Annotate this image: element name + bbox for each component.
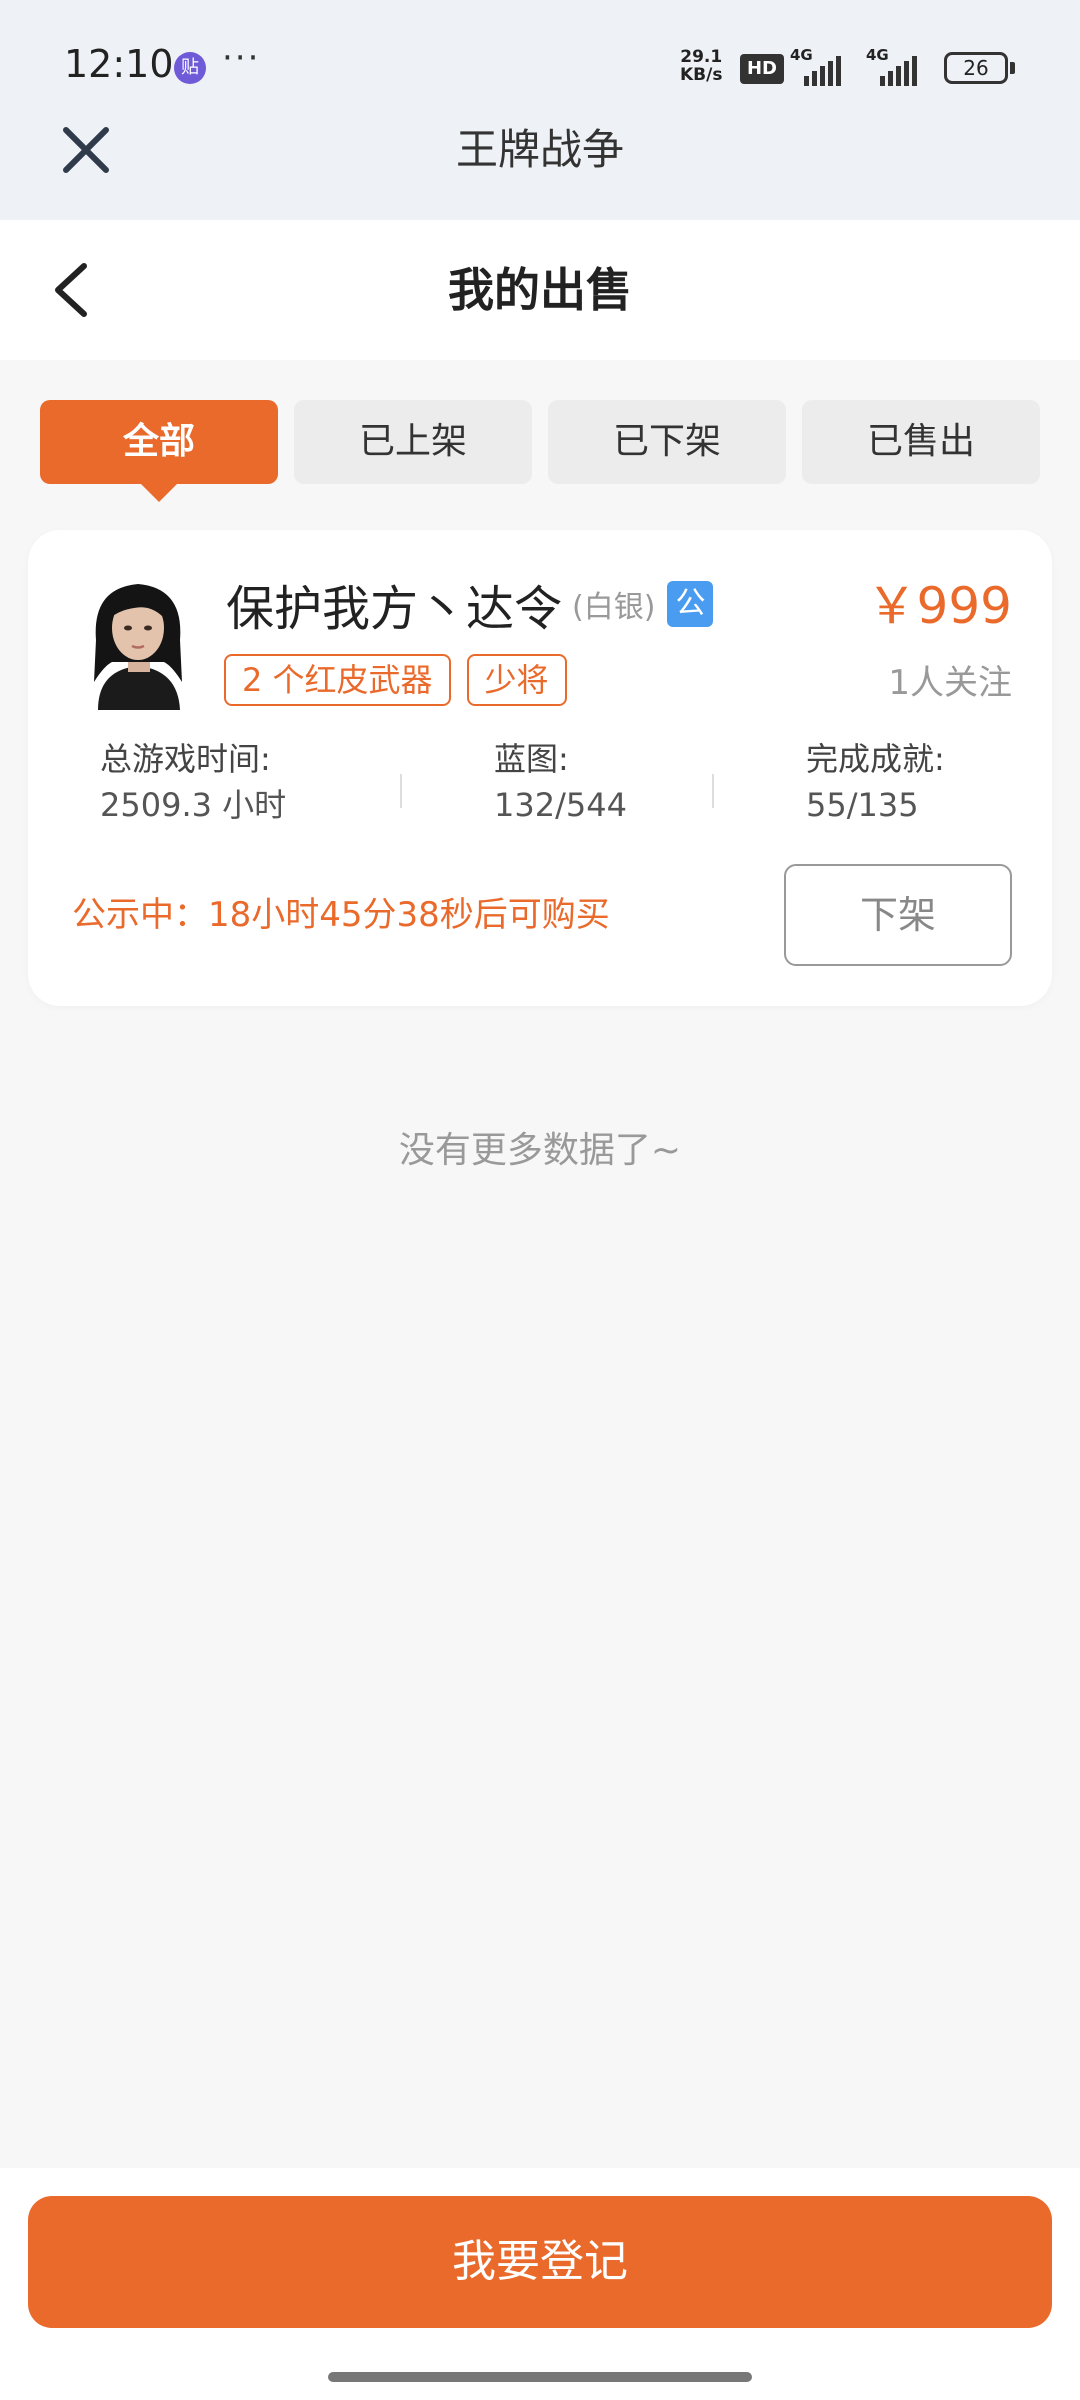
battery-icon: 26 (944, 52, 1008, 84)
listing-price: ￥999 (866, 577, 1012, 635)
delist-button[interactable]: 下架 (784, 864, 1012, 966)
stat-label: 完成成就: (806, 740, 945, 778)
tab-delisted[interactable]: 已下架 (548, 400, 786, 484)
stat-blueprints: 蓝图: 132/544 (494, 736, 627, 828)
account-name: 保护我方丶达令 (226, 581, 563, 637)
tab-sold[interactable]: 已售出 (802, 400, 1040, 484)
tag-red-weapons: 2 个红皮武器 (224, 654, 451, 706)
account-rank: (白银) (572, 590, 656, 625)
listing-name-row: 保护我方丶达令 (白银) 公 (226, 568, 714, 640)
stat-divider (712, 774, 714, 808)
status-time: 12:10 (64, 42, 174, 86)
public-notice-countdown: 公示中：18小时45分38秒后可购买 (72, 895, 610, 935)
stat-divider (400, 774, 402, 808)
app-title: 王牌战争 (455, 125, 624, 174)
page-title: 我的出售 (448, 263, 632, 317)
stat-value: 2509.3 小时 (100, 786, 287, 824)
page-header: 我的出售 (0, 220, 1080, 360)
character-avatar (68, 570, 208, 710)
stat-label: 总游戏时间: (100, 740, 271, 778)
filter-tabs: 全部 已上架 已下架 已售出 (40, 400, 1040, 502)
listing-tags: 2 个红皮武器 少将 (224, 654, 567, 706)
hd-voice-icon: HD (740, 54, 784, 84)
stat-value: 132/544 (494, 786, 627, 824)
home-indicator[interactable] (328, 2372, 752, 2382)
tab-listed[interactable]: 已上架 (294, 400, 532, 484)
stat-play-time: 总游戏时间: 2509.3 小时 (100, 736, 286, 828)
network-speed: 29.1 KB/s (680, 47, 723, 85)
register-button[interactable]: 我要登记 (28, 2196, 1052, 2328)
tab-all[interactable]: 全部 (40, 400, 278, 502)
app-title-bar: 王牌战争 (0, 110, 1080, 220)
stat-achievements: 完成成就: 55/135 (806, 736, 945, 828)
stat-value: 55/135 (806, 786, 919, 824)
stat-label: 蓝图: (494, 740, 569, 778)
no-more-data-text: 没有更多数据了~ (398, 1130, 682, 1171)
tag-military-rank: 少将 (466, 654, 567, 706)
more-notifications-icon: ··· (222, 38, 261, 78)
listing-card[interactable]: 保护我方丶达令 (白银) 公 ￥999 2 个红皮武器 少将 1人关注 总游戏时… (28, 530, 1052, 1006)
listing-stats: 总游戏时间: 2509.3 小时 蓝图: 132/544 完成成就: 55/13… (28, 736, 1052, 846)
public-badge: 公 (667, 581, 714, 627)
followers-count: 1人关注 (888, 663, 1012, 703)
battery-tip (1010, 62, 1015, 74)
notification-app-icon: 贴 (174, 52, 206, 84)
